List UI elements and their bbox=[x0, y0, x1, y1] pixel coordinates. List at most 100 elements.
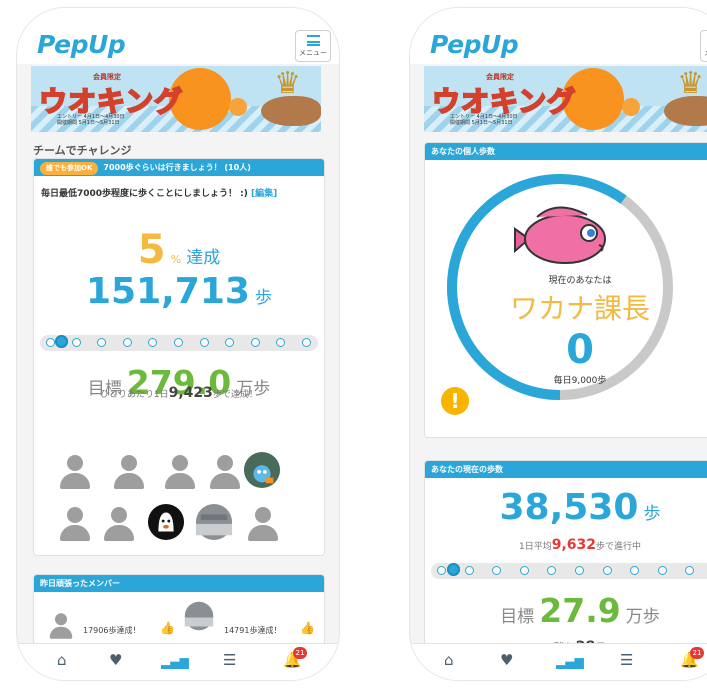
current-you-label: 現在のあなたは bbox=[548, 276, 612, 286]
heart-pulse-icon[interactable]: ♥ bbox=[500, 651, 513, 669]
current-steps-unit: 歩 bbox=[643, 504, 661, 524]
member-avatar-photo[interactable] bbox=[195, 503, 233, 541]
avg-value: 9,632 bbox=[551, 537, 596, 553]
pepup-logo[interactable]: PepUp bbox=[37, 30, 126, 59]
yesterday-member-steps: 14791歩達成！ bbox=[224, 626, 282, 635]
chart-icon[interactable]: ▁▃▅ bbox=[161, 653, 189, 669]
progress-dots bbox=[431, 563, 707, 579]
progress-dot bbox=[148, 338, 158, 347]
percent-unit: % bbox=[170, 253, 182, 266]
member-avatar-character[interactable] bbox=[243, 451, 281, 489]
phone-left: PepUp メニュー 会員限定 ウオキング エントリー 4月1日〜4月30日 開… bbox=[17, 8, 339, 680]
per-person-suffix: 歩で達成！ bbox=[212, 390, 258, 400]
warning-icon[interactable]: ! bbox=[441, 387, 469, 415]
hamburger-icon bbox=[306, 35, 320, 46]
walking-event-banner[interactable]: 会員限定 ウオキング エントリー 4月1日〜4月30日 開催期間 5月1日〜5月… bbox=[424, 66, 707, 132]
daily-average: 1日平均9,632歩で進行中 bbox=[425, 537, 707, 553]
steps-unit: 歩 bbox=[255, 288, 273, 308]
app-header: PepUp メニュー bbox=[17, 8, 339, 64]
menu-button[interactable]: メニュー bbox=[700, 30, 707, 62]
progress-dot bbox=[547, 566, 557, 575]
progress-dot bbox=[250, 338, 260, 347]
member-avatar[interactable] bbox=[244, 505, 282, 543]
walking-event-banner[interactable]: 会員限定 ウオキング エントリー 4月1日〜4月30日 開催期間 5月1日〜5月… bbox=[31, 66, 321, 132]
progress-dots bbox=[40, 335, 318, 351]
phone-right: PepUp メニュー 会員限定 ウオキング エントリー 4月1日〜4月30日 開… bbox=[410, 8, 707, 680]
crown-icon: ♛ bbox=[274, 66, 301, 101]
edit-link[interactable]: [編集] bbox=[251, 189, 277, 199]
like-icon[interactable]: 👍 bbox=[160, 621, 175, 635]
personal-step-value: 0 bbox=[566, 327, 594, 373]
progress-dot bbox=[630, 566, 640, 575]
challenge-header[interactable]: 誰でも参加OK 7000歩ぐらいは行きましょう！ (10人) bbox=[34, 159, 324, 176]
progress-dot bbox=[437, 566, 446, 575]
description-text: 毎日最低7000歩程度に歩くことにしましょう！ :) bbox=[41, 189, 248, 199]
progress-dot bbox=[174, 338, 183, 347]
like-icon[interactable]: 👍 bbox=[300, 621, 315, 635]
progress-marker bbox=[447, 563, 461, 576]
rank-title: ワカナ課長 bbox=[509, 292, 650, 325]
current-steps: 38,530 歩 bbox=[425, 487, 707, 528]
percent-achieved: 5 % 達成 bbox=[34, 227, 324, 273]
yesterday-member-avatar[interactable] bbox=[47, 612, 76, 641]
banner-dates: エントリー 4月1日〜4月30日 開催期間 5月1日〜5月31日 bbox=[450, 114, 518, 126]
member-avatar[interactable] bbox=[56, 505, 94, 543]
chart-icon[interactable]: ▁▃▅ bbox=[556, 653, 584, 669]
target-value: 27.9 bbox=[539, 591, 621, 630]
open-tag: 誰でも参加OK bbox=[40, 162, 99, 175]
menu-label: メニュー bbox=[299, 49, 327, 57]
bell-icon[interactable]: 🔔 21 bbox=[680, 647, 704, 669]
menu-button[interactable]: メニュー bbox=[295, 30, 331, 62]
current-steps-card: あなたの現在の歩数 38,530 歩 1日平均9,632歩で進行中 目標 27.… bbox=[424, 460, 707, 652]
member-avatar[interactable] bbox=[110, 453, 148, 491]
percent-label: 達成 bbox=[186, 248, 221, 268]
challenge-title: 7000歩ぐらいは行きましょう！ (10人) bbox=[103, 163, 251, 172]
percent-value: 5 bbox=[137, 227, 166, 273]
personal-header: あなたの個人歩数 bbox=[425, 143, 707, 160]
progress-dot bbox=[225, 338, 235, 347]
progress-dot bbox=[685, 566, 695, 575]
progress-dot bbox=[46, 338, 55, 347]
avg-suffix: 歩で進行中 bbox=[596, 542, 642, 552]
member-avatar[interactable] bbox=[206, 453, 244, 491]
notification-badge: 21 bbox=[690, 647, 704, 659]
banner-dates: エントリー 4月1日〜4月30日 開催期間 5月1日〜5月31日 bbox=[57, 114, 125, 126]
home-icon[interactable]: ⌂ bbox=[57, 651, 67, 669]
progress-dot bbox=[302, 338, 311, 347]
member-avatar[interactable] bbox=[161, 453, 199, 491]
per-person-value: 9,423 bbox=[168, 385, 213, 401]
menu-label: メニュー bbox=[701, 48, 707, 58]
daily-goal: 毎日9,000歩 bbox=[553, 376, 607, 386]
section-title: チームでチャレンジ bbox=[33, 144, 132, 157]
fish-mascot-icon bbox=[514, 206, 606, 264]
heart-pulse-icon[interactable]: ♥ bbox=[109, 651, 122, 669]
crown-icon: ♛ bbox=[677, 66, 704, 101]
target-row: 目標 27.9 万歩 bbox=[425, 591, 707, 630]
coins-icon[interactable]: ☰ bbox=[620, 651, 633, 669]
personal-steps-card: あなたの個人歩数 現在のあなたは ワカナ課長 0 毎日9,000歩 ! bbox=[424, 142, 707, 438]
steps-value: 151,713 bbox=[85, 271, 250, 312]
yesterday-member-photo[interactable] bbox=[184, 601, 214, 631]
progress-dot bbox=[122, 338, 132, 347]
avg-prefix: 1日平均 bbox=[518, 542, 552, 552]
banner-sun-small bbox=[229, 98, 247, 116]
bell-icon[interactable]: 🔔 21 bbox=[283, 647, 307, 669]
per-person-text: ひとりあたり1日9,423歩で達成！ bbox=[34, 385, 324, 401]
yesterday-header: 昨日頑張ったメンバー bbox=[34, 575, 324, 592]
progress-dot bbox=[97, 338, 107, 347]
progress-dot bbox=[519, 566, 529, 575]
pepup-logo[interactable]: PepUp bbox=[430, 30, 519, 59]
progress-dot bbox=[199, 338, 209, 347]
target-unit: 万歩 bbox=[625, 607, 660, 627]
coins-icon[interactable]: ☰ bbox=[223, 651, 236, 669]
bottom-nav: ⌂ ♥ ▁▃▅ ☰ 🔔 21 bbox=[17, 643, 339, 680]
current-steps-value: 38,530 bbox=[499, 487, 639, 528]
yesterday-member-steps: 17906歩達成！ bbox=[83, 626, 141, 635]
home-icon[interactable]: ⌂ bbox=[444, 651, 454, 669]
member-avatar[interactable] bbox=[100, 505, 138, 543]
member-avatar-ghost[interactable] bbox=[147, 503, 185, 541]
progress-dot bbox=[71, 338, 81, 347]
banner-sun-small bbox=[622, 98, 640, 116]
member-avatar[interactable] bbox=[56, 453, 94, 491]
progress-dot bbox=[657, 566, 667, 575]
